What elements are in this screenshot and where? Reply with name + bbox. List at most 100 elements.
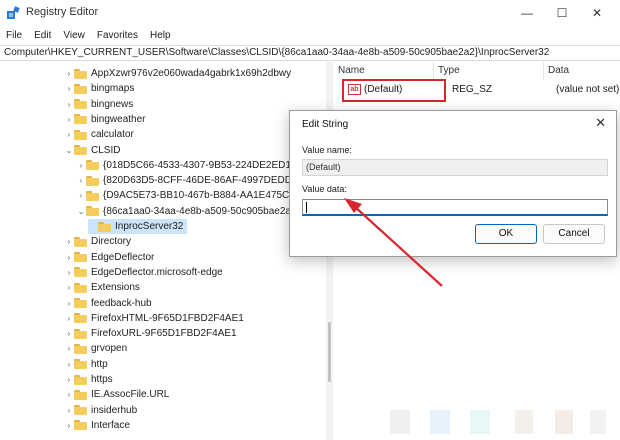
key-tree: › AppXzwr976v2e060wada4gabrk1x69h2dbwy › bi…: [0, 62, 333, 440]
minimize-icon: —: [521, 6, 533, 20]
value-data-label: Value data:: [302, 184, 347, 194]
minimize-button[interactable]: —: [510, 3, 544, 23]
registry-editor-icon: [7, 6, 20, 19]
chevron-right-icon[interactable]: ›: [64, 268, 74, 277]
column-header-name[interactable]: Name: [334, 62, 434, 80]
chevron-right-icon[interactable]: ›: [64, 390, 74, 399]
tree-item[interactable]: › {D9AC5E73-BB10-467b-B884-AA1E475C51F5}: [76, 188, 316, 203]
close-button[interactable]: ✕: [580, 3, 614, 23]
tree-item-label: bingnews: [91, 98, 134, 110]
tree-item-label: calculator: [91, 129, 134, 141]
text-caret: [306, 202, 307, 213]
chevron-right-icon[interactable]: ›: [76, 176, 86, 185]
tree-item[interactable]: InprocServer32: [88, 219, 188, 234]
chevron-right-icon[interactable]: ›: [64, 253, 74, 262]
tree-item[interactable]: › calculator: [64, 127, 134, 142]
value-name-label: Value name:: [302, 145, 352, 155]
tree-item[interactable]: › IE.AssocFile.URL: [64, 387, 170, 402]
chevron-right-icon[interactable]: ›: [64, 421, 74, 430]
tree-item[interactable]: › insiderhub: [64, 403, 138, 418]
tree-item[interactable]: › bingmaps: [64, 81, 135, 96]
tree-item[interactable]: › FirefoxURL-9F65D1FBD2F4AE1: [64, 326, 237, 341]
tree-item[interactable]: › https: [64, 372, 113, 387]
chevron-right-icon[interactable]: ›: [64, 406, 74, 415]
tree-item[interactable]: › {018D5C66-4533-4307-9B53-224DE2ED1FE6}: [76, 158, 313, 173]
folder-icon: [74, 145, 87, 155]
value-type: REG_SZ: [452, 84, 493, 95]
folder-icon: [74, 252, 87, 263]
menu-view[interactable]: View: [63, 30, 85, 41]
tree-item[interactable]: ⌄ CLSID: [64, 143, 121, 158]
chevron-right-icon[interactable]: ›: [64, 360, 74, 369]
tree-item-label: bingweather: [91, 113, 146, 125]
tree-item[interactable]: › feedback-hub: [64, 296, 152, 311]
scrollbar-thumb[interactable]: [328, 322, 331, 382]
chevron-right-icon[interactable]: ›: [76, 161, 86, 170]
folder-icon: [74, 282, 87, 293]
chevron-right-icon[interactable]: ›: [64, 329, 74, 338]
tree-item[interactable]: › FirefoxHTML-9F65D1FBD2F4AE1: [64, 311, 244, 326]
title-bar: Registry Editor — ☐ ✕: [0, 0, 620, 26]
dialog-close-icon[interactable]: ✕: [595, 115, 606, 131]
annotation-highlight-box: [342, 79, 446, 102]
folder-icon: [74, 359, 87, 370]
menu-favorites[interactable]: Favorites: [97, 30, 138, 41]
taskbar-fragment: [590, 410, 606, 434]
tree-item[interactable]: › Extensions: [64, 280, 140, 295]
chevron-right-icon[interactable]: ›: [76, 191, 86, 200]
folder-icon: [74, 267, 87, 278]
tree-item[interactable]: › Directory: [64, 234, 131, 249]
tree-item[interactable]: › AppXzwr976v2e060wada4gabrk1x69h2dbwy: [64, 66, 292, 81]
chevron-down-icon[interactable]: ⌄: [64, 146, 74, 155]
tree-item[interactable]: › EdgeDeflector: [64, 250, 155, 265]
folder-icon: [74, 374, 87, 385]
value-data-input[interactable]: [302, 199, 608, 216]
ok-button[interactable]: OK: [475, 224, 537, 244]
folder-icon: [74, 114, 87, 125]
chevron-right-icon[interactable]: ›: [64, 84, 74, 93]
chevron-right-icon[interactable]: ›: [64, 299, 74, 308]
value-name-field: (Default): [302, 159, 608, 176]
address-bar[interactable]: Computer\HKEY_CURRENT_USER\Software\Clas…: [0, 45, 620, 61]
cancel-button[interactable]: Cancel: [543, 224, 605, 244]
tree-item-label: feedback-hub: [91, 297, 152, 309]
chevron-right-icon[interactable]: ›: [64, 69, 74, 78]
close-icon: ✕: [591, 6, 603, 20]
chevron-right-icon[interactable]: ›: [64, 283, 74, 292]
taskbar-fragment: [390, 410, 410, 434]
edit-string-dialog: Edit String ✕ Value name: (Default) Valu…: [289, 110, 617, 257]
maximize-icon: ☐: [556, 6, 568, 20]
chevron-right-icon[interactable]: ›: [64, 375, 74, 384]
tree-item[interactable]: › {820D63D5-8CFF-46DE-86AF-4997DEDD6E6D}: [76, 173, 321, 188]
tree-item-label: {820D63D5-8CFF-46DE-86AF-4997DEDD6E6D}: [103, 175, 321, 187]
chevron-right-icon[interactable]: ›: [64, 314, 74, 323]
folder-icon: [86, 190, 99, 201]
window-title: Registry Editor: [26, 6, 99, 18]
column-header-type[interactable]: Type: [434, 62, 544, 80]
column-header-data[interactable]: Data: [544, 62, 620, 80]
tree-item[interactable]: ⌄ {86ca1aa0-34aa-4e8b-a509-50c905bae2a2}: [76, 204, 300, 219]
chevron-right-icon[interactable]: ›: [64, 237, 74, 246]
chevron-right-icon[interactable]: ›: [64, 115, 74, 124]
chevron-right-icon[interactable]: ›: [64, 100, 74, 109]
tree-item[interactable]: › bingnews: [64, 97, 134, 112]
folder-icon: [74, 328, 87, 339]
tree-item[interactable]: › bingweather: [64, 112, 146, 127]
chevron-right-icon[interactable]: ›: [64, 130, 74, 139]
tree-item[interactable]: › http: [64, 357, 108, 372]
folder-icon: [74, 236, 87, 247]
tree-item[interactable]: › grvopen: [64, 341, 127, 356]
tree-item-label: AppXzwr976v2e060wada4gabrk1x69h2dbwy: [91, 68, 292, 79]
tree-item[interactable]: › EdgeDeflector.microsoft-edge: [64, 265, 223, 280]
chevron-right-icon[interactable]: ›: [64, 344, 74, 353]
chevron-down-icon[interactable]: ⌄: [76, 207, 86, 216]
tree-item-label: IE.AssocFile.URL: [91, 389, 170, 401]
tree-item-label: EdgeDeflector.microsoft-edge: [91, 266, 223, 278]
tree-item[interactable]: › Interface: [64, 418, 130, 433]
menu-edit[interactable]: Edit: [34, 30, 51, 41]
menu-help[interactable]: Help: [150, 30, 171, 41]
menu-file[interactable]: File: [6, 30, 22, 41]
maximize-button[interactable]: ☐: [545, 3, 579, 23]
tree-item-label: {86ca1aa0-34aa-4e8b-a509-50c905bae2a2}: [103, 205, 300, 217]
folder-icon: [74, 343, 87, 354]
